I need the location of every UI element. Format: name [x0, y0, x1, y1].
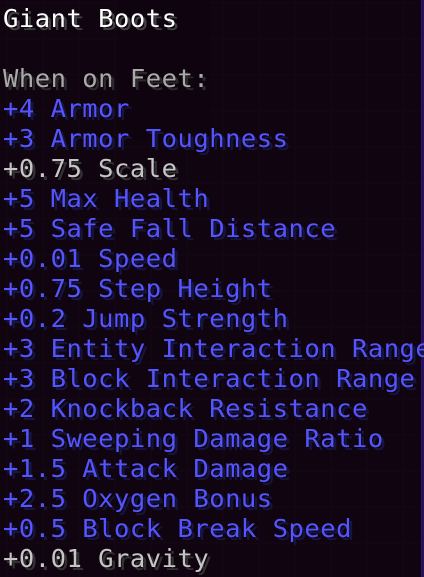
attribute-modifier: +0.75 Step Height: [3, 274, 273, 303]
attribute-modifier: +1.5 Attack Damage: [3, 454, 289, 483]
item-tooltip: Giant Boots When on Feet: +4 Armor +3 Ar…: [0, 0, 424, 577]
attribute-modifier: +4 Armor: [3, 94, 130, 123]
attribute-modifier: +2.5 Oxygen Bonus: [3, 484, 273, 513]
attribute-modifier: +5 Safe Fall Distance: [3, 214, 337, 243]
attribute-modifier: +0.01 Speed: [3, 244, 178, 273]
attribute-modifier: +0.5 Block Break Speed: [3, 514, 352, 543]
attribute-modifier: +0.2 Jump Strength: [3, 304, 289, 333]
attribute-modifier: +0.01 Gravity: [3, 544, 210, 573]
item-name: Giant Boots: [3, 4, 178, 33]
attribute-modifier: +5 Max Health: [3, 184, 210, 213]
attribute-modifier: +3 Entity Interaction Range: [3, 334, 424, 363]
attribute-modifier: +1 Sweeping Damage Ratio: [3, 424, 384, 453]
attribute-modifier: +0.75 Scale: [3, 154, 178, 183]
slot-header: When on Feet:: [3, 64, 210, 93]
attribute-modifier: +2 Knockback Resistance: [3, 394, 368, 423]
attribute-modifier: +3 Block Interaction Range: [3, 364, 416, 393]
attribute-modifier: +3 Armor Toughness: [3, 124, 289, 153]
tooltip-spacer: [3, 34, 421, 64]
